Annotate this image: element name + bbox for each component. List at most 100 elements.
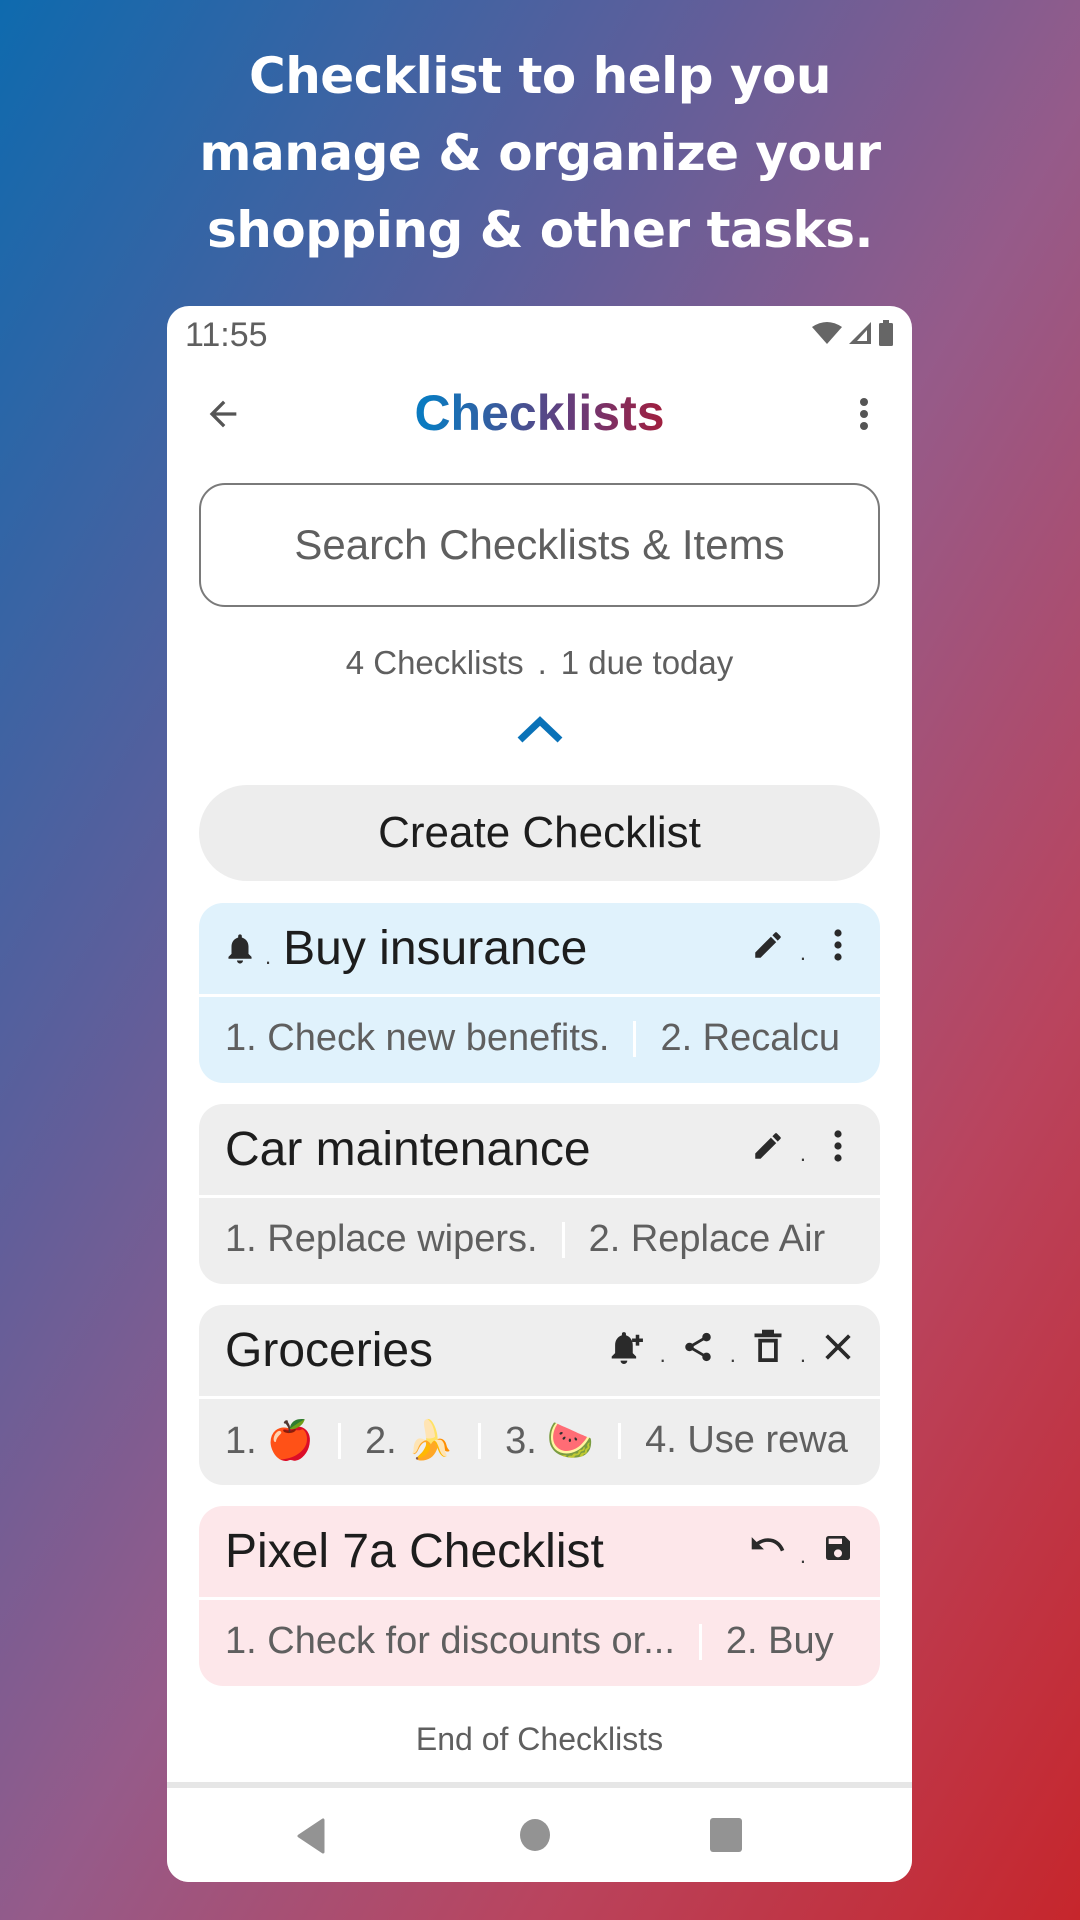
item-label: 1. <box>225 1419 257 1462</box>
search-input[interactable] <box>201 521 878 569</box>
item-divider <box>618 1422 622 1459</box>
app-title: Checklists <box>167 384 912 442</box>
collapse-button[interactable] <box>516 714 564 744</box>
checklist-card[interactable]: Car maintenance . 1. Replace wipers. 2. … <box>199 1104 880 1284</box>
separator-dot: . <box>537 644 547 681</box>
edit-button[interactable] <box>748 925 788 965</box>
item-divider <box>338 1422 342 1459</box>
recents-nav-icon <box>710 1818 742 1852</box>
checklist-item: 2. Recalcu <box>660 1017 840 1059</box>
undo-icon <box>751 1537 785 1552</box>
item-label: 3. <box>505 1419 537 1462</box>
apple-emoji: 🍎 <box>266 1419 315 1462</box>
save-icon <box>826 1536 850 1560</box>
checklist-card-header: Pixel 7a Checklist . <box>199 1506 880 1600</box>
system-nav-bar <box>167 1782 912 1882</box>
back-nav-icon <box>297 1818 325 1854</box>
battery-icon <box>879 320 893 346</box>
checklist-item: 1. Replace wipers. <box>225 1218 538 1260</box>
undo-button[interactable] <box>748 1528 788 1568</box>
more-vertical-icon <box>834 929 842 961</box>
checklist-title: Pixel 7a Checklist <box>225 1525 604 1578</box>
headline-line: manage & organize your <box>199 124 881 182</box>
checklist-card[interactable]: Groceries . . . 1. 🍎 2. 🍌 3. 🍉 4. Use re… <box>199 1305 880 1485</box>
card-actions: . . . <box>608 1327 858 1367</box>
nav-recents-button[interactable] <box>710 1818 742 1857</box>
checklist-item: 1. Check for discounts or... <box>225 1620 675 1662</box>
more-vertical-icon <box>834 1130 842 1162</box>
checklist-card[interactable]: Pixel 7a Checklist . 1. Check for discou… <box>199 1506 880 1686</box>
separator-dot: . <box>659 1342 666 1367</box>
checklist-items-preview: 1. 🍎 2. 🍌 3. 🍉 4. Use rewa <box>199 1399 880 1482</box>
promo-headline: Checklist to help you manage & organize … <box>0 38 1080 269</box>
separator-dot: . <box>799 1543 806 1568</box>
checklist-card-header: Car maintenance . <box>199 1104 880 1198</box>
card-actions: . <box>748 925 858 965</box>
headline-line: shopping & other tasks. <box>207 201 873 259</box>
checklist-title: Groceries <box>225 1324 434 1377</box>
watermelon-emoji: 🍉 <box>546 1419 595 1462</box>
bell-plus-icon <box>611 1332 643 1364</box>
separator-dot: . <box>799 940 806 965</box>
nav-back-button[interactable] <box>295 1818 325 1859</box>
card-menu-button[interactable] <box>818 925 858 965</box>
checklist-card[interactable]: . Buy insurance . 1. Check new benefits.… <box>199 903 880 1083</box>
item-divider <box>698 1623 702 1660</box>
checklist-item: 2. Buy <box>725 1620 834 1662</box>
checklist-items-preview: 1. Replace wipers. 2. Replace Air <box>199 1198 880 1281</box>
checklist-title: Buy insurance <box>283 922 588 975</box>
app-bar: Checklists <box>167 364 912 464</box>
card-actions: . <box>748 1126 858 1166</box>
checklist-summary: 4 Checklists. 1 due today <box>167 644 912 682</box>
item-divider <box>561 1221 565 1258</box>
item-label: 2. <box>365 1419 397 1462</box>
home-nav-icon <box>520 1819 550 1851</box>
share-button[interactable] <box>678 1327 718 1367</box>
checklist-card-header: Groceries . . . <box>199 1305 880 1399</box>
trash-icon <box>754 1329 782 1362</box>
bell-icon <box>228 933 252 964</box>
more-vertical-icon <box>860 398 868 430</box>
checklist-items-preview: 1. Check for discounts or... 2. Buy <box>199 1600 880 1683</box>
headline-line: Checklist to help you <box>249 47 831 105</box>
status-bar: 11:55 <box>167 306 912 364</box>
status-icons <box>812 320 894 346</box>
separator-dot: . <box>799 1141 806 1166</box>
card-menu-button[interactable] <box>818 1126 858 1166</box>
nav-home-button[interactable] <box>519 1818 551 1857</box>
overflow-menu-button[interactable] <box>854 394 874 434</box>
close-button[interactable] <box>818 1327 858 1367</box>
checklist-item: 3. 🍉 <box>505 1419 594 1463</box>
delete-button[interactable] <box>748 1327 788 1367</box>
share-icon <box>685 1332 711 1362</box>
status-time: 11:55 <box>185 316 268 354</box>
card-actions: . <box>748 1528 858 1568</box>
edit-button[interactable] <box>748 1126 788 1166</box>
close-icon <box>825 1334 851 1360</box>
checklist-card-header: . Buy insurance . <box>199 903 880 997</box>
checklist-item: 2. Replace Air <box>588 1218 826 1260</box>
signal-icon <box>849 322 871 344</box>
edit-icon <box>755 1133 781 1159</box>
create-checklist-button[interactable]: Create Checklist <box>199 785 880 881</box>
reminder-indicator <box>225 932 255 966</box>
separator-dot: . <box>799 1342 806 1367</box>
banana-emoji: 🍌 <box>406 1419 455 1462</box>
separator-dot: . <box>729 1342 736 1367</box>
search-field[interactable] <box>199 483 880 607</box>
save-button[interactable] <box>818 1528 858 1568</box>
checklist-title: Car maintenance <box>225 1123 591 1176</box>
due-today-count: 1 due today <box>560 644 734 681</box>
checklist-item: 2. 🍌 <box>365 1419 454 1463</box>
separator-dot: . <box>265 943 272 969</box>
checklist-items-preview: 1. Check new benefits. 2. Recalcu <box>199 997 880 1080</box>
item-divider <box>478 1422 482 1459</box>
checklist-count: 4 Checklists <box>345 644 524 681</box>
checklist-item: 4. Use rewa <box>645 1419 848 1461</box>
end-of-list-label: End of Checklists <box>415 1721 664 1757</box>
item-divider <box>633 1020 637 1057</box>
chevron-up-icon <box>517 716 563 743</box>
phone-screen: 11:55 Checklists 4 Checklists. 1 due toda… <box>167 306 912 1882</box>
checklist-item: 1. Check new benefits. <box>225 1017 610 1059</box>
add-reminder-button[interactable] <box>608 1327 648 1367</box>
